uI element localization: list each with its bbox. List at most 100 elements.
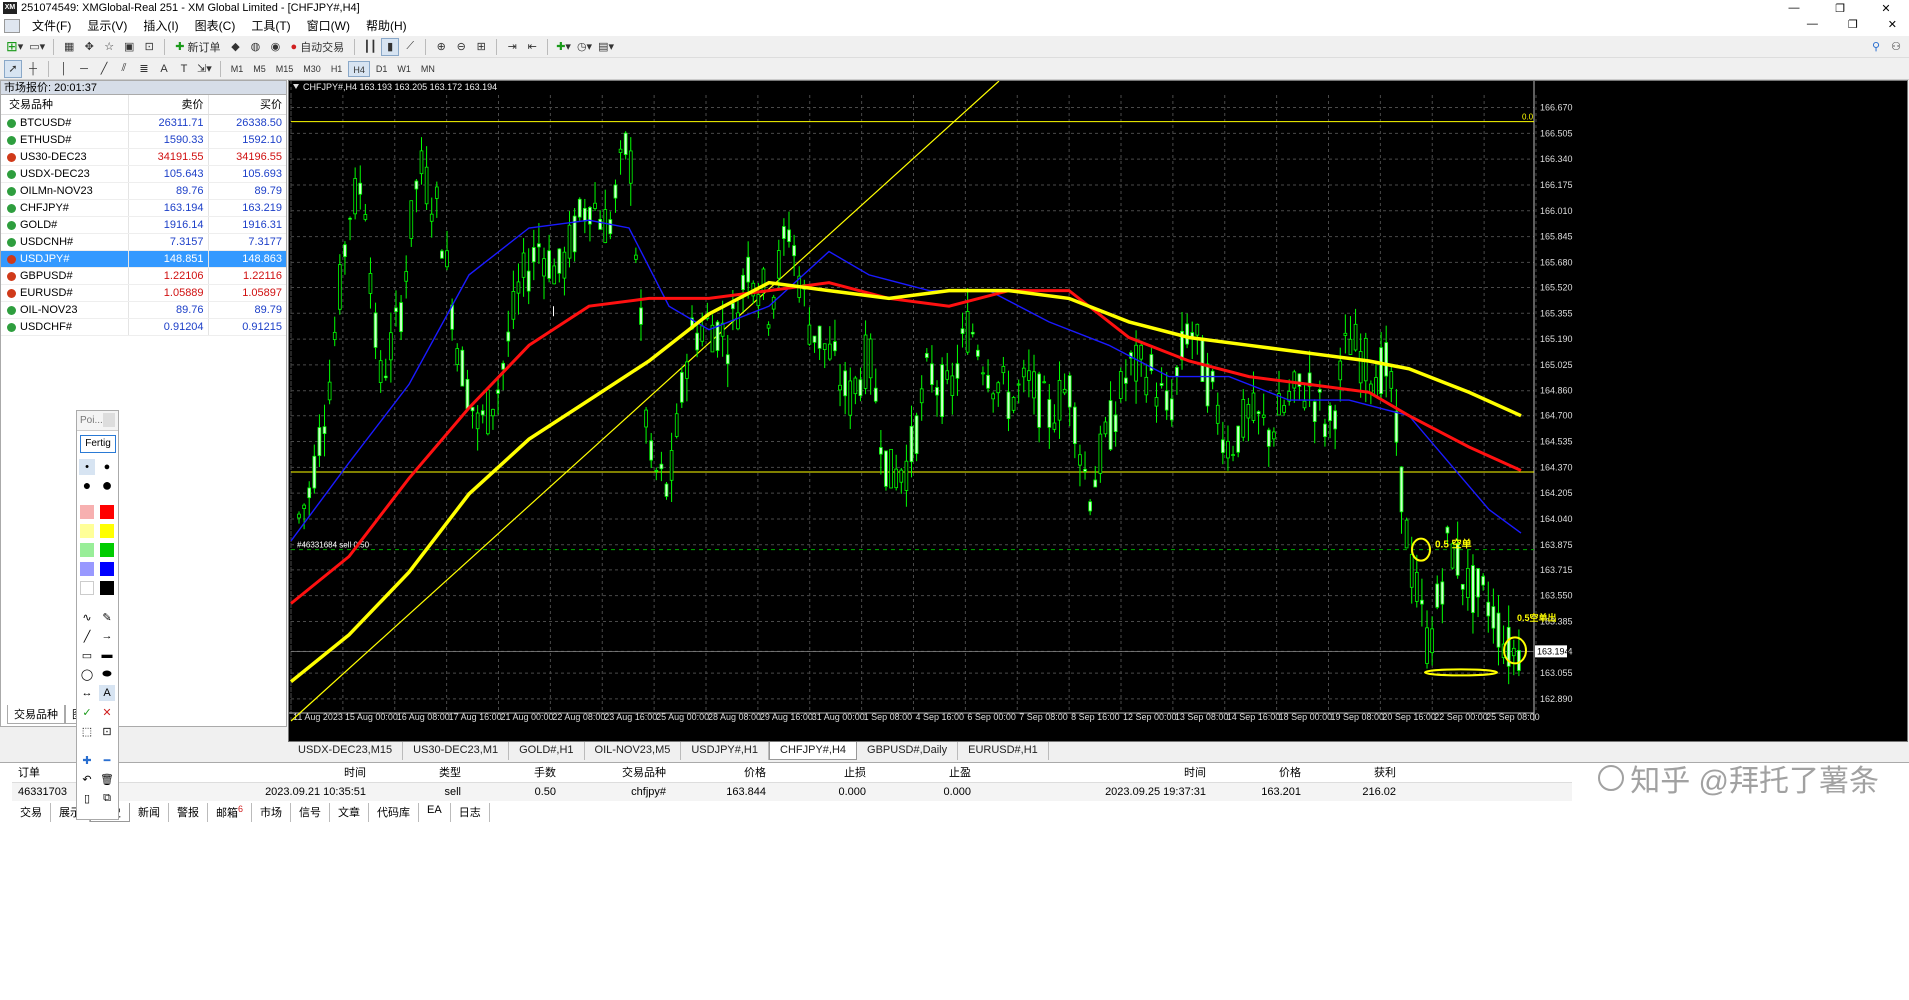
freehand-icon[interactable]: ∿ <box>79 609 95 625</box>
menu-tools[interactable]: 工具(T) <box>243 16 298 36</box>
timeframe-m5[interactable]: M5 <box>249 61 270 77</box>
done-button[interactable]: Fertig <box>80 435 116 453</box>
menu-view[interactable]: 显示(V) <box>79 16 135 36</box>
fibonacci-icon[interactable]: ≣ <box>135 60 153 78</box>
search-icon[interactable]: ⚲ <box>1867 38 1885 56</box>
col-bid[interactable]: 卖价 <box>128 95 207 114</box>
timeframe-mn[interactable]: MN <box>417 61 439 77</box>
select-icon[interactable]: ⬚ <box>79 723 95 739</box>
double-arrow-icon[interactable]: ↔ <box>79 685 95 701</box>
text-label-icon[interactable]: T <box>175 60 193 78</box>
metaeditor-icon[interactable]: ◆ <box>226 38 244 56</box>
trendline-icon[interactable]: ╱ <box>95 60 113 78</box>
minimize-button[interactable]: — <box>1771 0 1817 16</box>
horizontal-line-icon[interactable]: ─ <box>75 60 93 78</box>
chart-tab[interactable]: GBPUSD#,Daily <box>857 742 959 760</box>
signals-icon[interactable]: ◍ <box>246 38 264 56</box>
text-icon[interactable]: A <box>155 60 173 78</box>
equidistant-channel-icon[interactable]: ⫽ <box>115 60 133 78</box>
ellipse-icon[interactable]: ◯ <box>79 666 95 682</box>
timeframe-d1[interactable]: D1 <box>372 61 392 77</box>
page-icon[interactable]: ▯ <box>79 790 95 806</box>
auto-trading-button[interactable]: ● 自动交易 <box>286 38 348 56</box>
periods-icon[interactable]: ◷▾ <box>575 38 594 56</box>
arrows-icon[interactable]: ⇲▾ <box>195 60 214 78</box>
chart-tab[interactable]: USDX-DEC23,M15 <box>288 742 404 760</box>
menu-window[interactable]: 窗口(W) <box>299 16 358 36</box>
market-watch-row[interactable]: OILMn-NOV23 89.76 89.79 <box>1 183 286 200</box>
price-chart[interactable]: 166.670 166.505 166.340 166.175 166.010 165.8… <box>288 80 1908 742</box>
timeframe-h4[interactable]: H4 <box>348 60 370 77</box>
close-button[interactable]: ✕ <box>1863 0 1909 16</box>
terminal-tab[interactable]: 文章 <box>330 803 370 822</box>
color-swatch[interactable] <box>100 524 114 538</box>
crosshair-icon[interactable]: ┼ <box>24 60 42 78</box>
crop-icon[interactable]: ⊡ <box>99 723 115 739</box>
terminal-column-header[interactable]: 价格 <box>1212 763 1307 782</box>
terminal-column-header[interactable]: 价格 <box>672 763 772 782</box>
market-watch-row[interactable]: GBPUSD# 1.22106 1.22116 <box>1 268 286 285</box>
zoom-in-icon[interactable]: ⊕ <box>432 38 450 56</box>
terminal-column-header[interactable]: 获利 <box>1307 763 1402 782</box>
timeframe-m15[interactable]: M15 <box>272 61 298 77</box>
terminal-tab[interactable]: 日志 <box>451 803 490 822</box>
color-swatch[interactable] <box>80 581 94 595</box>
line-chart-icon[interactable]: ⟋ <box>401 38 419 56</box>
chart-tab[interactable]: OIL-NOV23,M5 <box>585 742 682 760</box>
terminal-column-header[interactable]: 交易品种 <box>562 763 672 782</box>
terminal-tab[interactable]: 警报 <box>169 803 208 822</box>
market-watch-row[interactable]: USDCHF# 0.91204 0.91215 <box>1 319 286 336</box>
market-watch-row[interactable]: CHFJPY# 163.194 163.219 <box>1 200 286 217</box>
confirm-icon[interactable]: ✓ <box>79 704 95 720</box>
market-watch-row[interactable]: GOLD# 1916.14 1916.31 <box>1 217 286 234</box>
chart-tab[interactable]: EURUSD#,H1 <box>958 742 1049 760</box>
terminal-column-header[interactable]: 类型 <box>372 763 467 782</box>
color-swatch[interactable] <box>80 505 94 519</box>
arrow-icon[interactable]: → <box>99 628 115 644</box>
minus-icon[interactable]: ━ <box>99 752 115 768</box>
pencil-icon[interactable]: ✎ <box>99 609 115 625</box>
navigator-icon[interactable]: ☆ <box>100 38 118 56</box>
terminal-column-header[interactable]: 止盈 <box>872 763 977 782</box>
chart-tab[interactable]: CHFJPY#,H4 <box>769 742 858 760</box>
filled-ellipse-icon[interactable]: ⬬ <box>99 666 115 682</box>
color-swatch[interactable] <box>80 524 94 538</box>
autoscroll-icon[interactable]: ⇥ <box>503 38 521 56</box>
add-icon[interactable]: ✚ <box>79 752 95 768</box>
timeframe-h1[interactable]: H1 <box>327 61 347 77</box>
new-chart-icon[interactable]: ⊞ ▾ <box>4 38 25 56</box>
text-tool-icon[interactable]: A <box>99 685 115 701</box>
chart-tab[interactable]: GOLD#,H1 <box>509 742 585 760</box>
market-watch-row[interactable]: ETHUSD# 1590.33 1592.10 <box>1 132 286 149</box>
terminal-tab[interactable]: 交易 <box>12 803 51 822</box>
palette-close-icon[interactable] <box>103 413 115 427</box>
data-window-icon[interactable]: ✥ <box>80 38 98 56</box>
profiles-icon[interactable]: ▭▾ <box>27 38 47 56</box>
market-icon[interactable]: ◉ <box>266 38 284 56</box>
timeframe-m1[interactable]: M1 <box>227 61 248 77</box>
copy-icon[interactable]: ⧉ <box>99 790 115 806</box>
col-ask[interactable]: 买价 <box>207 95 286 114</box>
terminal-tab[interactable]: 新闻 <box>130 803 169 822</box>
cancel-icon[interactable]: ✕ <box>99 704 115 720</box>
color-swatch[interactable] <box>100 543 114 557</box>
color-swatch[interactable] <box>100 562 114 576</box>
new-order-button[interactable]: ✚ 新订单 <box>171 38 224 56</box>
xlarge-dot-icon[interactable]: ● <box>99 475 115 495</box>
mdi-close-button[interactable]: ✕ <box>1888 18 1897 31</box>
trash-icon[interactable]: 🗑 <box>99 771 115 787</box>
terminal-tab[interactable]: 邮箱6 <box>208 803 253 822</box>
maximize-button[interactable]: ❐ <box>1817 0 1863 16</box>
vertical-line-icon[interactable]: │ <box>55 60 73 78</box>
mdi-minimize-button[interactable]: — <box>1807 18 1818 31</box>
terminal-column-header[interactable]: 手数 <box>467 763 562 782</box>
terminal-tab[interactable]: 代码库 <box>369 803 420 822</box>
account-icon[interactable]: ⚇ <box>1887 38 1905 56</box>
tile-windows-icon[interactable]: ⊞ <box>472 38 490 56</box>
col-symbol[interactable]: 交易品种 <box>1 95 128 114</box>
color-swatch[interactable] <box>100 581 114 595</box>
menu-charts[interactable]: 图表(C) <box>187 16 244 36</box>
timeframe-m30[interactable]: M30 <box>299 61 325 77</box>
color-swatch[interactable] <box>80 562 94 576</box>
zoom-out-icon[interactable]: ⊖ <box>452 38 470 56</box>
